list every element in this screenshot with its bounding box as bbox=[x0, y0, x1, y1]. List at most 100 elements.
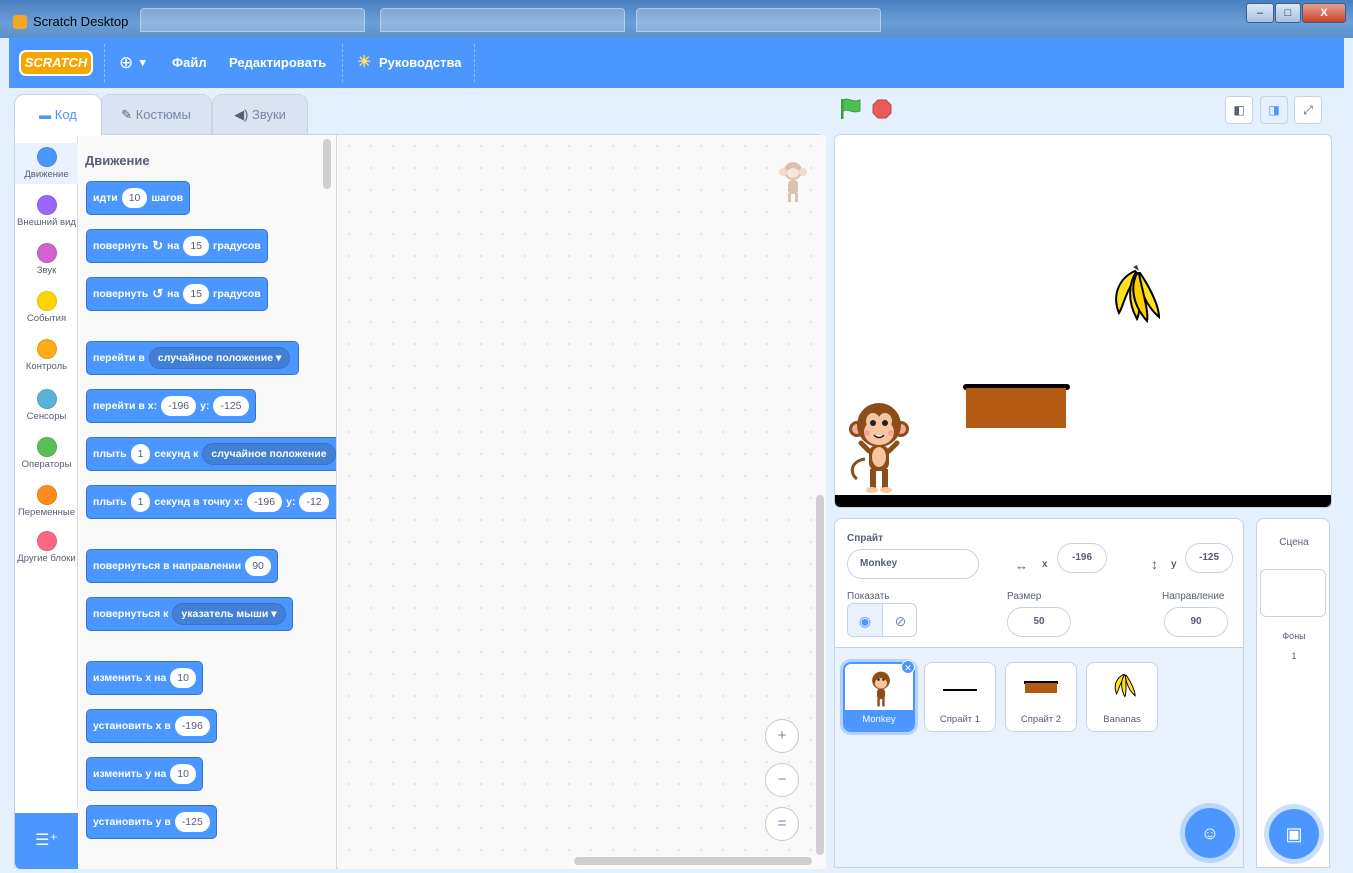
y-value-input[interactable]: -125 bbox=[174, 812, 210, 832]
tab-costumes[interactable]: ✎ Костюмы bbox=[100, 94, 212, 136]
block-point-towards[interactable]: повернуться к указатель мыши ▾ bbox=[86, 597, 293, 631]
hide-eye-icon[interactable]: ⊘ bbox=[883, 604, 916, 636]
category-4[interactable]: События bbox=[15, 287, 78, 328]
zoom-reset-button[interactable]: = bbox=[765, 807, 799, 841]
block-set-y[interactable]: установить y в -125 bbox=[86, 805, 217, 839]
block-turn-right[interactable]: повернуть ↻ на 15 градусов bbox=[86, 229, 268, 263]
cat-plus-icon: ☺ bbox=[1200, 823, 1220, 843]
x-change-input[interactable]: 10 bbox=[170, 668, 196, 688]
block-go-to[interactable]: перейти в случайное положение ▾ bbox=[86, 341, 300, 375]
category-2[interactable]: Внешний вид bbox=[15, 191, 78, 232]
stage-title: Сцена bbox=[1279, 537, 1309, 548]
palette-scrollbar[interactable] bbox=[323, 139, 331, 189]
block-glide-to[interactable]: плыть 1 секунд к случайное положение bbox=[86, 437, 336, 471]
language-menu-arrow[interactable]: ▾ bbox=[140, 38, 146, 88]
size-input[interactable]: 50 bbox=[1007, 607, 1071, 637]
x-value-input[interactable]: -196 bbox=[174, 716, 210, 736]
towards-dropdown[interactable]: указатель мыши ▾ bbox=[172, 603, 286, 625]
category-9[interactable]: Другие блоки bbox=[15, 527, 78, 568]
block-set-x[interactable]: установить x в -196 bbox=[86, 709, 217, 743]
category-8[interactable]: Переменные bbox=[15, 481, 78, 522]
stage-selector[interactable]: Сцена Фоны 1 ▣ bbox=[1256, 518, 1330, 868]
category-6[interactable]: Сенсоры bbox=[15, 385, 78, 426]
sprite-list: ✕ Monkey Спрайт 1 Спрайт 2 Bananas ☺ bbox=[834, 648, 1244, 868]
degrees-input[interactable]: 15 bbox=[183, 284, 210, 304]
add-sprite-button[interactable]: ☺ bbox=[1185, 808, 1235, 858]
category-label: Контроль bbox=[25, 361, 68, 372]
scratch-logo[interactable]: SCRATCH bbox=[19, 50, 93, 76]
stage-thumbnail[interactable] bbox=[1260, 569, 1326, 617]
block-move-steps[interactable]: идти 10 шагов bbox=[86, 181, 191, 215]
image-plus-icon: ▣ bbox=[1285, 824, 1303, 844]
delete-sprite-icon[interactable]: ✕ bbox=[901, 660, 915, 674]
block-glide-to-xy[interactable]: плыть 1 секунд в точку x: -196 y: -12 bbox=[86, 485, 336, 519]
add-backdrop-button[interactable]: ▣ bbox=[1269, 809, 1319, 859]
y-input[interactable]: -12 bbox=[299, 492, 329, 512]
block-palette[interactable]: Движение идти 10 шагов повернуть ↻ на 15… bbox=[79, 135, 337, 869]
app-window: Scratch Desktop – □ X SCRATCH ⊕ ▾ Файл Р… bbox=[0, 0, 1353, 873]
rotate-right-icon: ↻ bbox=[152, 238, 164, 253]
category-dot-icon bbox=[36, 243, 57, 263]
category-label: Внешний вид bbox=[17, 217, 76, 228]
large-stage-button[interactable]: ◨ bbox=[1260, 96, 1288, 124]
show-toggle: ◉ ⊘ bbox=[847, 603, 917, 637]
tab-code[interactable]: ▬ Код bbox=[14, 94, 102, 136]
category-7[interactable]: Операторы bbox=[15, 433, 78, 474]
sprite-tile-sprite1[interactable]: Спрайт 1 bbox=[924, 662, 996, 732]
block-change-x[interactable]: изменить x на 10 bbox=[86, 661, 203, 695]
script-vertical-scrollbar[interactable] bbox=[816, 495, 824, 855]
sprite-tile-bananas[interactable]: Bananas bbox=[1086, 662, 1158, 732]
globe-icon[interactable]: ⊕ bbox=[119, 38, 133, 88]
x-position-input[interactable]: -196 bbox=[1057, 543, 1107, 573]
x-input[interactable]: -196 bbox=[247, 492, 283, 512]
block-turn-left[interactable]: повернуть ↺ на 15 градусов bbox=[86, 277, 268, 311]
category-5[interactable]: Контроль bbox=[15, 335, 78, 376]
category-1[interactable]: Движение bbox=[15, 143, 78, 184]
add-extension-button[interactable]: ☰⁺ bbox=[15, 813, 78, 869]
green-flag-button[interactable] bbox=[839, 98, 863, 120]
fullscreen-button[interactable]: ⤢ bbox=[1294, 96, 1322, 124]
monkey-sprite[interactable] bbox=[847, 399, 911, 493]
direction-input[interactable]: 90 bbox=[245, 556, 271, 576]
show-eye-icon[interactable]: ◉ bbox=[848, 604, 883, 636]
steps-input[interactable]: 10 bbox=[121, 188, 148, 208]
zoom-in-button[interactable]: + bbox=[765, 719, 799, 753]
target-dropdown[interactable]: случайное положение ▾ bbox=[148, 347, 291, 369]
seconds-input[interactable]: 1 bbox=[130, 444, 151, 464]
block-change-y[interactable]: изменить y на 10 bbox=[86, 757, 203, 791]
tutorials-menu[interactable]: Руководства bbox=[379, 38, 462, 88]
edit-menu[interactable]: Редактировать bbox=[229, 38, 326, 88]
y-input[interactable]: -125 bbox=[213, 396, 249, 416]
stop-button[interactable] bbox=[872, 99, 892, 119]
direction-label: Направление bbox=[1162, 591, 1225, 602]
close-button[interactable]: X bbox=[1302, 3, 1346, 23]
block-go-to-xy[interactable]: перейти в x: -196 y: -125 bbox=[86, 389, 256, 423]
script-area[interactable]: + − = bbox=[338, 135, 826, 869]
block-point-in-direction[interactable]: повернуться в направлении 90 bbox=[86, 549, 278, 583]
platform-sprite[interactable] bbox=[966, 388, 1066, 428]
sprite-name-input[interactable]: Monkey bbox=[847, 549, 979, 579]
degrees-input[interactable]: 15 bbox=[183, 236, 210, 256]
bananas-sprite[interactable] bbox=[1103, 263, 1163, 325]
script-horizontal-scrollbar[interactable] bbox=[574, 857, 812, 865]
stage-canvas[interactable] bbox=[834, 134, 1332, 508]
sprite-tile-sprite2[interactable]: Спрайт 2 bbox=[1005, 662, 1077, 732]
sprite-tile-monkey[interactable]: ✕ Monkey bbox=[843, 660, 915, 732]
category-menu: Движение Внешний вид Звук События Контроль Се… bbox=[15, 135, 78, 807]
zoom-out-button[interactable]: − bbox=[765, 763, 799, 797]
maximize-button[interactable]: □ bbox=[1275, 3, 1301, 23]
category-3[interactable]: Звук bbox=[15, 239, 78, 280]
seconds-input[interactable]: 1 bbox=[130, 492, 151, 512]
target-dropdown[interactable]: случайное положение bbox=[202, 443, 336, 465]
y-change-input[interactable]: 10 bbox=[170, 764, 196, 784]
x-input[interactable]: -196 bbox=[161, 396, 197, 416]
y-position-input[interactable]: -125 bbox=[1185, 543, 1233, 573]
zoom-reset-icon: = bbox=[777, 815, 787, 832]
background-tab bbox=[140, 8, 365, 32]
platform-thumbnail-icon bbox=[1025, 683, 1057, 693]
small-stage-button[interactable]: ◧ bbox=[1225, 96, 1253, 124]
file-menu[interactable]: Файл bbox=[172, 38, 207, 88]
minimize-button[interactable]: – bbox=[1246, 3, 1274, 23]
tab-sounds[interactable]: ◀) Звуки bbox=[212, 94, 308, 136]
direction-input[interactable]: 90 bbox=[1164, 607, 1228, 637]
